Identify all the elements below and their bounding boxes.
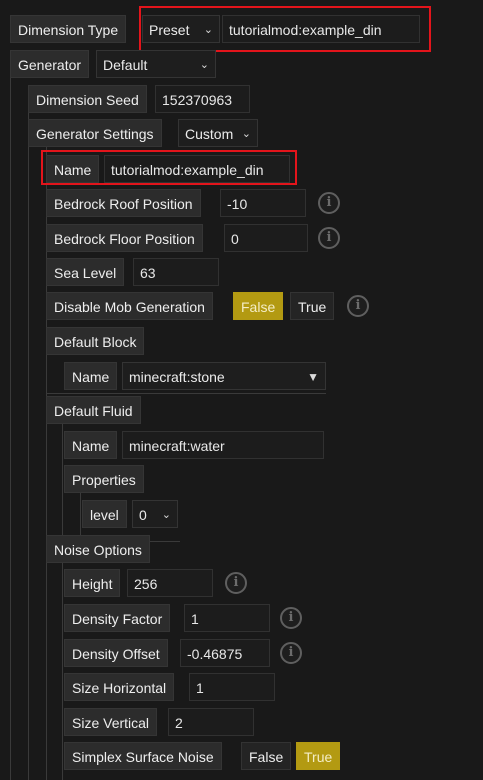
default-fluid-label: Default Fluid (46, 396, 141, 424)
height-label: Height (64, 569, 121, 597)
simplex-true-toggle[interactable]: True (296, 742, 341, 770)
sea-level-label: Sea Level (46, 258, 125, 286)
density-offset-input[interactable]: -0.46875 (180, 639, 270, 667)
highlight-box (41, 150, 297, 185)
noise-options-label: Noise Options (46, 535, 150, 563)
level-label: level (82, 500, 127, 528)
default-block-name-select[interactable]: minecraft:stone ▼ (122, 362, 326, 390)
generator-settings-select[interactable]: Custom ⌄ (178, 119, 258, 147)
bedrock-roof-label: Bedrock Roof Position (46, 189, 201, 217)
info-icon[interactable]: i (280, 607, 302, 629)
chevron-down-icon: ⌄ (199, 59, 209, 71)
size-horizontal-input[interactable]: 1 (189, 673, 275, 701)
tree-guide-line (10, 76, 11, 780)
level-selected: 0 (139, 507, 147, 523)
simplex-false-toggle[interactable]: False (241, 742, 292, 770)
info-icon[interactable]: i (280, 642, 302, 664)
info-icon[interactable]: i (347, 295, 369, 317)
generator-label: Generator (10, 50, 90, 78)
bedrock-floor-label: Bedrock Floor Position (46, 224, 203, 252)
info-icon[interactable]: i (318, 227, 340, 249)
generator-settings-selected: Custom (185, 126, 234, 142)
disable-mob-generation-label: Disable Mob Generation (46, 292, 213, 320)
level-select[interactable]: 0 ⌄ (132, 500, 178, 528)
size-horizontal-label: Size Horizontal (64, 673, 175, 701)
dimension-type-label: Dimension Type (10, 15, 127, 43)
default-block-label: Default Block (46, 327, 145, 355)
sea-level-input[interactable]: 63 (133, 258, 219, 286)
disable-mob-true-toggle[interactable]: True (290, 292, 335, 320)
properties-label: Properties (64, 465, 144, 493)
chevron-down-icon: ⌄ (161, 509, 171, 521)
size-vertical-label: Size Vertical (64, 708, 158, 736)
disable-mob-false-toggle[interactable]: False (233, 292, 284, 320)
bedrock-roof-input[interactable]: -10 (220, 189, 306, 217)
size-vertical-input[interactable]: 2 (168, 708, 254, 736)
bedrock-floor-input[interactable]: 0 (224, 224, 308, 252)
default-block-name-label: Name (64, 362, 118, 390)
highlight-box (139, 6, 431, 52)
generator-select[interactable]: Default ⌄ (96, 50, 216, 78)
default-fluid-name-label: Name (64, 431, 118, 459)
density-offset-label: Density Offset (64, 639, 168, 667)
default-fluid-name-input[interactable]: minecraft:water (122, 431, 324, 459)
tree-guide-line (28, 112, 29, 780)
default-block-name-value: minecraft:stone (129, 369, 225, 385)
caret-down-icon: ▼ (307, 370, 319, 384)
generator-settings-label: Generator Settings (28, 119, 162, 147)
info-icon[interactable]: i (318, 192, 340, 214)
generator-selected: Default (103, 57, 148, 73)
simplex-surface-noise-label: Simplex Surface Noise (64, 742, 222, 770)
dimension-seed-input[interactable]: 152370963 (155, 85, 250, 113)
density-factor-label: Density Factor (64, 604, 171, 632)
tree-guide-line (46, 393, 326, 394)
chevron-down-icon: ⌄ (241, 128, 251, 140)
dimension-seed-label: Dimension Seed (28, 85, 147, 113)
height-input[interactable]: 256 (127, 569, 213, 597)
info-icon[interactable]: i (225, 572, 247, 594)
tree-guide-line (62, 424, 63, 544)
density-factor-input[interactable]: 1 (184, 604, 270, 632)
tree-guide-line (46, 354, 47, 394)
tree-guide-line (62, 562, 63, 780)
